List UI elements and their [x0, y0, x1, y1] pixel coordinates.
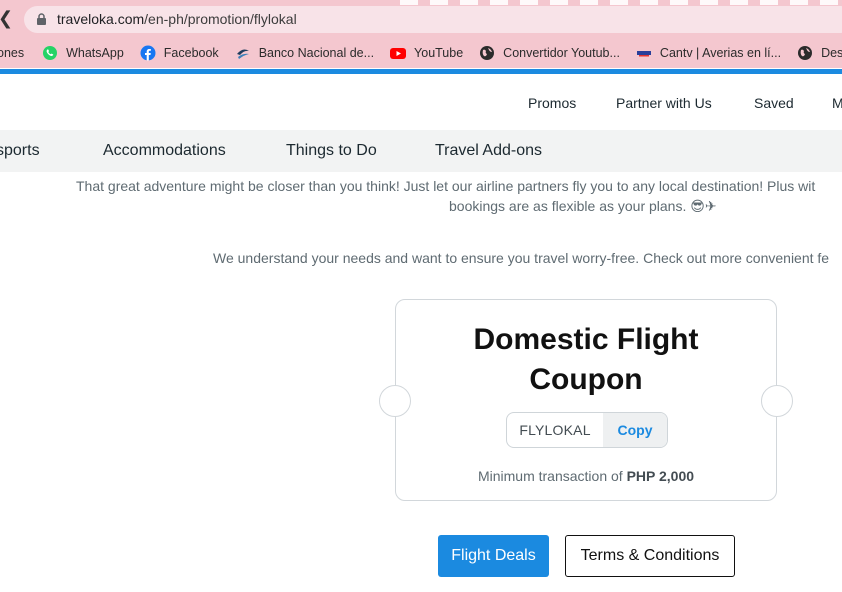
bookmark-label: YouTube — [414, 46, 464, 60]
category-bar: sports Accommodations Things to Do Trave… — [0, 130, 842, 172]
category-accommodations[interactable]: Accommodations — [103, 142, 226, 160]
coupon-code: FLYLOKAL — [519, 422, 591, 438]
back-arrow-icon[interactable]: ❮ — [0, 8, 13, 29]
minimum-transaction-text: Minimum transaction of PHP 2,000 — [396, 468, 776, 484]
intro-text-line3: We understand your needs and want to ens… — [213, 250, 830, 266]
coupon-title: Domestic Flight Coupon — [396, 320, 776, 400]
nav-saved[interactable]: Saved — [754, 95, 794, 111]
category-things-to-do[interactable]: Things to Do — [286, 142, 377, 160]
globe-icon — [798, 46, 813, 60]
terms-conditions-button[interactable]: Terms & Conditions — [565, 535, 735, 577]
facebook-icon — [140, 45, 156, 61]
whatsapp-icon — [43, 46, 58, 60]
bookmark-facebook[interactable]: Facebook — [140, 45, 219, 61]
cantv-icon — [636, 51, 651, 57]
category-travel-add-ons[interactable]: Travel Add-ons — [435, 142, 542, 160]
globe-icon — [480, 46, 495, 60]
top-nav: Promos Partner with Us Saved M — [0, 95, 842, 115]
url-path: /en-ph/promotion/flylokal — [144, 11, 297, 27]
nav-more[interactable]: M — [832, 95, 842, 111]
bookmark-banco-nacional[interactable]: Banco Nacional de... — [235, 45, 374, 61]
browser-address-bar: ❮ traveloka.com/en-ph/promotion/flylokal — [0, 0, 842, 38]
bookmark-youtube[interactable]: YouTube — [390, 45, 463, 61]
copy-code-button[interactable]: Copy — [603, 413, 667, 447]
minimum-transaction-label: Minimum transaction of — [477, 468, 623, 484]
bookmark-label: Cantv | Averias en lí... — [659, 46, 782, 60]
bank-icon — [236, 49, 249, 59]
bookmark-descargar[interactable]: Descargar l — [797, 45, 842, 61]
bookmark-cantv[interactable]: Cantv | Averias en lí... — [636, 45, 781, 61]
bookmark-whatsapp[interactable]: WhatsApp — [42, 45, 124, 61]
coupon-title-line2: Coupon — [529, 363, 643, 396]
bookmark-label: Descargar l — [821, 46, 842, 60]
coupon-title-line1: Domestic Flight — [473, 323, 699, 356]
lock-icon — [37, 13, 46, 25]
bookmark-label: ones — [0, 46, 25, 60]
url-text[interactable]: traveloka.com/en-ph/promotion/flylokal — [57, 11, 297, 27]
coupon-code-box: FLYLOKAL Copy — [506, 412, 668, 448]
intro-text-line2: bookings are as flexible as your plans. … — [449, 198, 717, 214]
bookmark-convertidor[interactable]: Convertidor Youtub... — [479, 45, 620, 61]
tab-strip-edge — [400, 0, 842, 5]
minimum-transaction-amount: PHP 2,000 — [626, 468, 695, 484]
category-transports[interactable]: sports — [0, 142, 40, 160]
url-host: traveloka.com — [57, 11, 145, 27]
nav-promos[interactable]: Promos — [528, 95, 576, 111]
bookmark-label: Convertidor Youtub... — [503, 46, 620, 60]
bookmark-item[interactable]: ones — [0, 46, 24, 60]
nav-partner-with-us[interactable]: Partner with Us — [616, 95, 712, 111]
intro-text-line1: That great adventure might be closer tha… — [76, 178, 816, 194]
coupon-card: Domestic Flight Coupon FLYLOKAL Copy Min… — [379, 299, 793, 501]
youtube-icon — [390, 48, 407, 59]
bookmarks-bar: ones WhatsApp Facebook Banco Nacional de… — [0, 38, 842, 68]
flight-deals-button[interactable]: Flight Deals — [438, 535, 549, 577]
bookmark-label: WhatsApp — [66, 46, 124, 60]
page-load-accent-bar — [0, 69, 842, 74]
bookmark-label: Banco Nacional de... — [258, 46, 375, 60]
bookmark-label: Facebook — [163, 46, 219, 60]
